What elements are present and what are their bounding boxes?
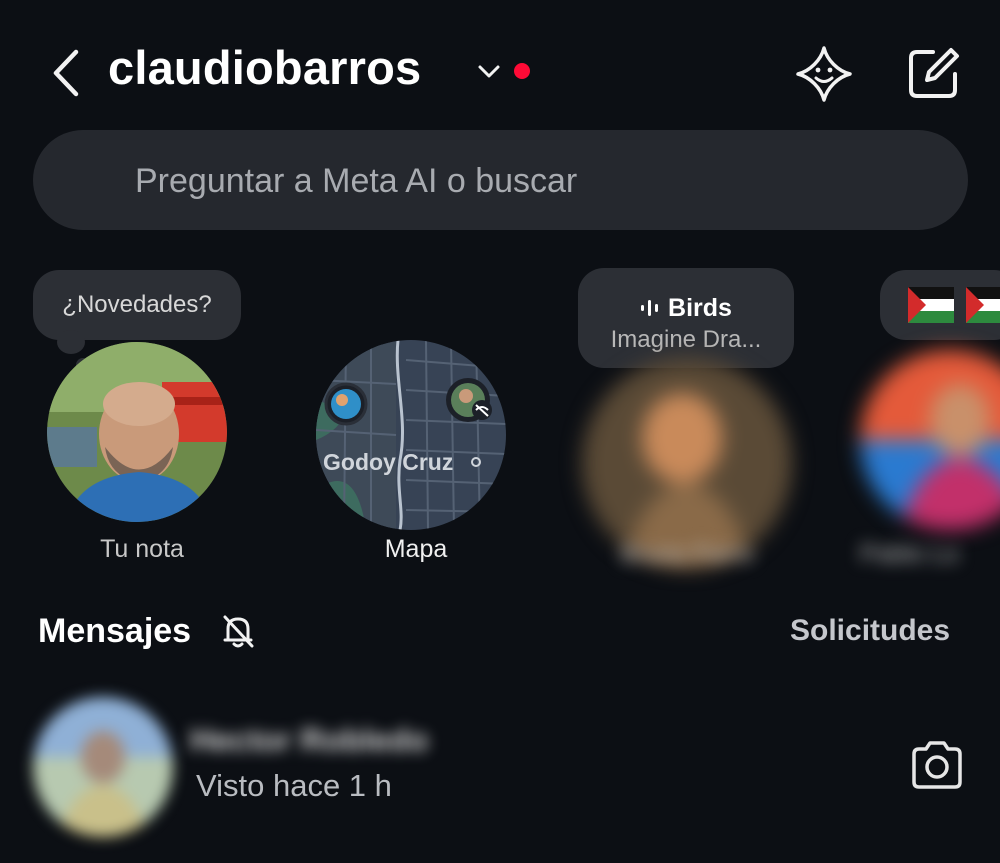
chevron-left-icon xyxy=(53,49,79,97)
account-username[interactable]: claudiobarros xyxy=(108,40,421,95)
user-note-label: Tu nota xyxy=(100,535,184,563)
messages-title: Mensajes xyxy=(38,612,192,650)
user-avatar[interactable] xyxy=(47,342,227,522)
friend-avatar[interactable] xyxy=(860,350,1000,530)
account-switch-button[interactable] xyxy=(474,60,504,84)
map-label: Mapa xyxy=(384,535,448,563)
meta-ai-sparkle-icon xyxy=(796,46,852,102)
bell-muted-icon xyxy=(220,612,256,650)
camera-icon xyxy=(912,741,962,789)
palestine-flag-icon xyxy=(908,287,1000,323)
friend-note-bubble[interactable] xyxy=(880,270,1000,340)
message-requests-link[interactable]: Solicitudes xyxy=(790,614,950,648)
back-button[interactable] xyxy=(40,45,90,101)
user-photo xyxy=(47,342,227,522)
chevron-down-icon xyxy=(478,65,500,78)
map-overlay-text: Godoy Cruz xyxy=(323,449,453,475)
search-bar[interactable] xyxy=(33,130,968,232)
friend-name-label: Bruno Ferro xyxy=(620,540,754,568)
notification-dot xyxy=(514,63,530,79)
conversation-name: Hector Robledo xyxy=(190,722,429,758)
map-thumbnail: Godoy Cruz xyxy=(316,340,506,530)
friend-note-music-bubble[interactable]: Birds Imagine Dra... xyxy=(578,268,794,368)
search-input[interactable] xyxy=(133,130,937,232)
conversation-avatar xyxy=(33,697,173,837)
friend-name-label: Pablo Lo xyxy=(860,540,959,568)
music-note-title-row: Birds xyxy=(578,294,794,323)
audio-wave-icon xyxy=(641,300,659,316)
friend-avatar[interactable] xyxy=(582,358,792,568)
friend-photo xyxy=(582,358,792,568)
meta-ai-button[interactable] xyxy=(794,44,854,104)
compose-icon xyxy=(909,48,959,98)
friends-map-button[interactable]: Godoy Cruz xyxy=(316,340,506,530)
note-bubble-tail xyxy=(57,330,85,354)
camera-button[interactable] xyxy=(908,738,966,792)
music-note-title: Birds xyxy=(668,294,732,322)
user-note-prompt: ¿Novedades? xyxy=(62,291,212,318)
conversation-status: Visto hace 1 h xyxy=(196,768,392,803)
user-note-bubble[interactable]: ¿Novedades? xyxy=(33,270,241,340)
new-message-button[interactable] xyxy=(905,44,963,102)
friend-photo xyxy=(860,350,1000,530)
music-note-subtitle: Imagine Dra... xyxy=(610,326,762,353)
